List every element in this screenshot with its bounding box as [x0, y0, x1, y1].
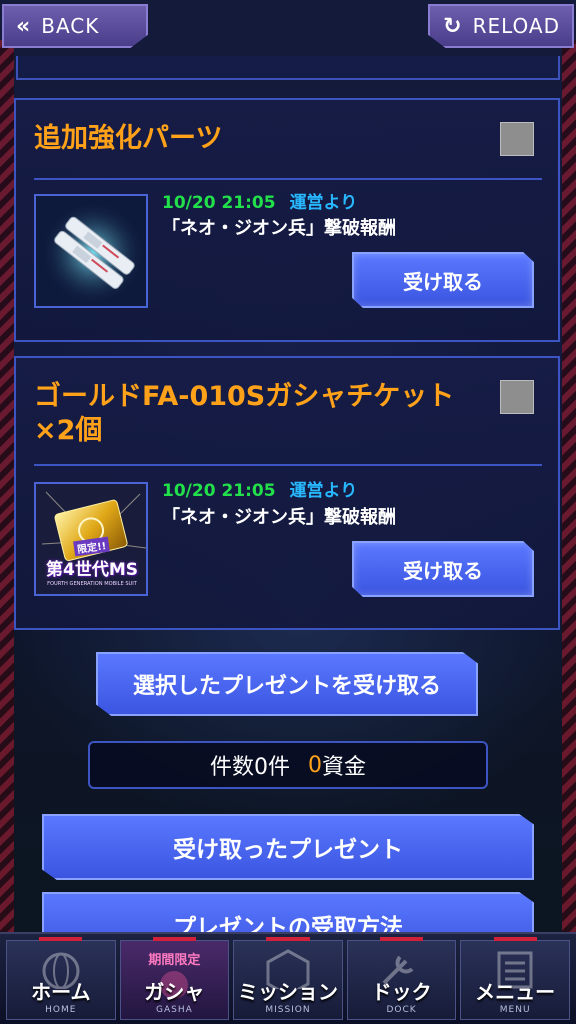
- nav-accent: [152, 937, 196, 941]
- receive-button[interactable]: 受け取る: [352, 541, 534, 597]
- nav-accent: [493, 937, 537, 941]
- present-meta: 10/20 21:05 運営より: [162, 188, 357, 213]
- reload-label: RELOAD: [472, 14, 560, 38]
- back-label: BACK: [41, 14, 100, 38]
- nav-sub: DOCK: [386, 1005, 417, 1015]
- present-description: 「ネオ・ジオン兵」撃破報酬: [162, 507, 396, 528]
- present-date: 10/20 21:05: [162, 481, 276, 501]
- ticket-icon-text: 限定!! 第4世代MS FOURTH GENERATION MOBILE SUI…: [38, 536, 146, 587]
- nav-label: ガシャ: [144, 980, 205, 1004]
- select-checkbox[interactable]: [500, 380, 534, 414]
- card-divider: [34, 178, 542, 180]
- received-presents-button[interactable]: 受け取ったプレゼント: [42, 814, 534, 880]
- present-sender: 運営より: [289, 481, 358, 501]
- ticket-label-top: 限定!!: [73, 536, 111, 557]
- nav-accent: [380, 937, 424, 941]
- nav-label: ミッション: [237, 980, 338, 1004]
- reload-button[interactable]: ↻ RELOAD: [428, 4, 574, 48]
- card-divider: [34, 464, 542, 466]
- bottom-nav: ホーム HOME 期間限定 ガシャ GASHA ミッション MISSION ドッ…: [0, 932, 576, 1024]
- count-summary: 件数0件 0 資金: [88, 741, 488, 789]
- parts-icon: [34, 194, 148, 308]
- nav-accent: [266, 937, 310, 941]
- nav-sub: GASHA: [156, 1005, 193, 1015]
- funds-label: 資金: [321, 755, 366, 780]
- present-meta: 10/20 21:05 運営より: [162, 476, 357, 501]
- present-description: 「ネオ・ジオン兵」撃破報酬: [162, 218, 396, 239]
- nav-label: メニュー: [475, 980, 556, 1004]
- double-chevron-left-icon: «: [16, 13, 32, 39]
- receive-selected-button[interactable]: 選択したプレゼントを受け取る: [96, 652, 478, 716]
- ticket-label-main: 第4世代MS: [46, 560, 138, 580]
- right-hazard-stripe: [562, 40, 576, 934]
- present-date: 10/20 21:05: [162, 193, 276, 213]
- nav-menu[interactable]: メニュー MENU: [460, 937, 570, 1020]
- count-label: 件数0件: [209, 755, 290, 780]
- nav-mission[interactable]: ミッション MISSION: [233, 937, 343, 1020]
- nav-sub: MENU: [499, 1005, 531, 1015]
- select-checkbox[interactable]: [500, 122, 534, 156]
- present-sender: 運営より: [289, 193, 358, 213]
- left-hazard-stripe: [0, 40, 14, 934]
- nav-label: ドック: [371, 980, 432, 1004]
- receive-button[interactable]: 受け取る: [352, 252, 534, 308]
- nav-dock[interactable]: ドック DOCK: [346, 937, 457, 1020]
- nav-accent: [39, 937, 83, 941]
- funds-value: 0: [307, 752, 322, 778]
- present-card: ゴールドFA-010Sガシャチケット×2個 限定!! 第4世代MS FOURTH…: [14, 356, 560, 630]
- ticket-label-sub: FOURTH GENERATION MOBILE SUIT: [47, 580, 137, 587]
- list-top-frame: [16, 56, 560, 80]
- back-button[interactable]: « BACK: [2, 4, 148, 48]
- present-card: 追加強化パーツ 10/20 21:05 運営より 「ネオ・ジオン兵」撃破報酬 受…: [14, 98, 560, 342]
- nav-gasha[interactable]: 期間限定 ガシャ GASHA: [119, 937, 230, 1020]
- nav-home[interactable]: ホーム HOME: [6, 937, 116, 1020]
- nav-label: ホーム: [31, 980, 91, 1004]
- reload-icon: ↻: [443, 13, 463, 39]
- nav-sub: HOME: [45, 1005, 77, 1015]
- nav-sub: MISSION: [265, 1005, 311, 1015]
- present-title: 追加強化パーツ: [34, 123, 223, 154]
- present-title: ゴールドFA-010Sガシャチケット×2個: [34, 381, 455, 446]
